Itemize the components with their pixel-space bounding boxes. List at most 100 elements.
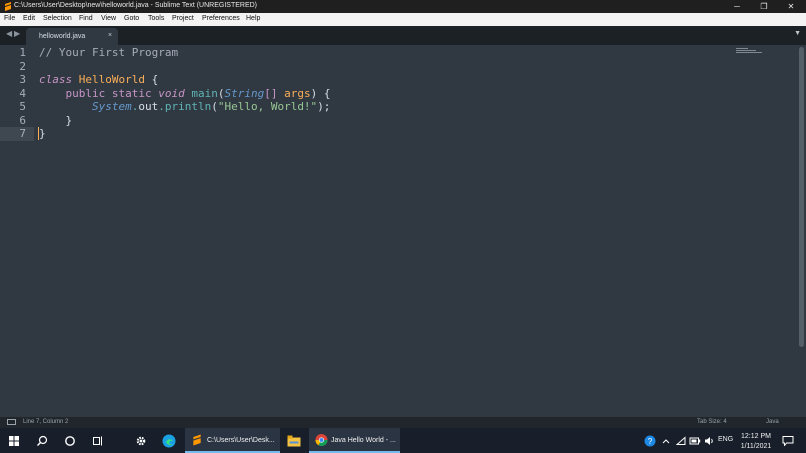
- tab-back-icon[interactable]: ◀: [6, 29, 12, 38]
- menu-selection[interactable]: Selection: [43, 15, 72, 22]
- line-number: 4: [19, 86, 26, 100]
- minimize-button[interactable]: ─: [724, 0, 750, 13]
- open-brace: {: [144, 73, 159, 86]
- keyword-void: void: [158, 86, 185, 100]
- network-icon: [675, 436, 685, 445]
- vertical-scrollbar[interactable]: [799, 47, 804, 347]
- menu-view[interactable]: View: [101, 15, 116, 22]
- tray-chevron-icon: [662, 438, 669, 443]
- window-title: C:\Users\User\Desktop\new\helloworld.jav…: [14, 2, 257, 9]
- system-clock[interactable]: 12:12 PM 1/11/2021: [736, 432, 776, 452]
- search-icon: [37, 435, 48, 446]
- task-view-icon: [93, 436, 102, 445]
- menu-project[interactable]: Project: [172, 15, 194, 22]
- settings-icon: [136, 436, 146, 445]
- battery-icon: [689, 437, 700, 444]
- code-line-6: }: [39, 114, 72, 128]
- keyword-public: public: [65, 86, 106, 100]
- close-button[interactable]: ✕: [778, 0, 804, 13]
- task-view-button[interactable]: [84, 428, 112, 453]
- punct: (: [217, 86, 225, 100]
- method-println: println: [164, 100, 212, 113]
- method-name: main: [191, 86, 218, 100]
- tab-bar: ◀ ▶ helloworld.java × ▼: [0, 26, 806, 45]
- tab-forward-icon[interactable]: ▶: [14, 29, 20, 38]
- class-system: System: [91, 100, 132, 113]
- punct: );: [317, 100, 331, 113]
- syntax-mode[interactable]: Java: [766, 419, 779, 425]
- tab-label: helloworld.java: [39, 33, 86, 40]
- line-number: 1: [19, 46, 26, 59]
- menu-file[interactable]: File: [4, 15, 15, 22]
- start-button[interactable]: [0, 428, 28, 453]
- settings-taskbar-button[interactable]: [127, 428, 155, 453]
- file-explorer-icon: [287, 435, 301, 446]
- windows-start-icon: [9, 435, 19, 446]
- help-icon: ?: [644, 435, 656, 446]
- status-bar: Line 7, Column 2 Tab Size: 4 Java: [0, 417, 806, 428]
- cortana-button[interactable]: [56, 428, 84, 453]
- cursor-position: Line 7, Column 2: [23, 419, 69, 425]
- line-number: 3: [19, 73, 26, 86]
- taskbar-chrome[interactable]: Java Hello World - ...: [309, 428, 400, 453]
- editor-area[interactable]: 1 2 3 4 5 6 7 // Your First Program clas…: [0, 45, 806, 417]
- network-tray-button[interactable]: [674, 428, 687, 453]
- line-number: 5: [19, 100, 26, 113]
- param-args: args: [284, 86, 311, 100]
- tab-helloworld[interactable]: helloworld.java ×: [26, 28, 118, 45]
- cortana-icon: [65, 435, 75, 446]
- menu-goto[interactable]: Goto: [124, 15, 139, 22]
- code-line-7: }: [39, 127, 46, 141]
- tray-overflow-button[interactable]: [659, 428, 672, 453]
- action-center-button[interactable]: [780, 428, 796, 453]
- taskbar-sublime[interactable]: C:\Users\User\Desk...: [185, 428, 280, 453]
- taskbar: C:\Users\User\Desk... Java Hello World -…: [0, 428, 806, 453]
- line-number: 6: [19, 113, 26, 127]
- sublime-icon: [193, 434, 201, 445]
- close-brace: }: [39, 113, 73, 127]
- keyword-class: class: [39, 73, 73, 86]
- code-comment: // Your First Program: [39, 46, 179, 59]
- array-brackets: []: [264, 86, 278, 100]
- notifications-icon: [782, 435, 794, 446]
- taskbar-sublime-label: C:\Users\User\Desk...: [207, 437, 275, 444]
- line-number: 2: [19, 59, 26, 73]
- keyword-static: static: [111, 86, 152, 100]
- edge-icon: [162, 434, 176, 447]
- menu-tools[interactable]: Tools: [148, 15, 164, 22]
- maximize-button[interactable]: ❐: [751, 0, 777, 13]
- class-name: HelloWorld: [78, 73, 145, 86]
- menu-find[interactable]: Find: [79, 15, 93, 22]
- chrome-icon: [315, 433, 328, 446]
- svg-text:?: ?: [648, 437, 653, 446]
- string-literal: "Hello, World!": [217, 100, 318, 113]
- clock-date: 1/11/2021: [740, 443, 772, 450]
- edge-taskbar-button[interactable]: [155, 428, 183, 453]
- help-tray-button[interactable]: ?: [642, 428, 658, 453]
- sublime-icon: [5, 2, 11, 11]
- menu-edit[interactable]: Edit: [23, 15, 35, 22]
- minimap[interactable]: [736, 48, 762, 53]
- tab-dropdown-icon[interactable]: ▼: [794, 30, 801, 37]
- line-number: 7: [19, 127, 26, 140]
- tab-size[interactable]: Tab Size: 4: [697, 419, 727, 425]
- language-indicator[interactable]: ENG: [718, 436, 733, 443]
- code-line-4: public static void main(String[] args) {: [39, 87, 331, 101]
- punct: .: [158, 100, 165, 113]
- punct: ) {: [310, 86, 331, 100]
- menu-preferences[interactable]: Preferences: [202, 15, 240, 22]
- file-explorer-button[interactable]: [281, 428, 307, 453]
- close-brace: }: [39, 127, 46, 140]
- panel-toggle-icon[interactable]: [7, 419, 16, 425]
- volume-icon: [704, 436, 713, 445]
- menu-bar: File Edit Selection Find View Goto Tools…: [0, 13, 806, 26]
- search-button[interactable]: [28, 428, 56, 453]
- volume-tray-button[interactable]: [702, 428, 715, 453]
- tab-close-icon[interactable]: ×: [108, 32, 112, 39]
- punct: (: [211, 100, 218, 113]
- battery-tray-button[interactable]: [688, 428, 701, 453]
- type-string: String: [224, 86, 265, 100]
- code-line-1: // Your First Program: [39, 46, 178, 60]
- menu-help[interactable]: Help: [246, 15, 260, 22]
